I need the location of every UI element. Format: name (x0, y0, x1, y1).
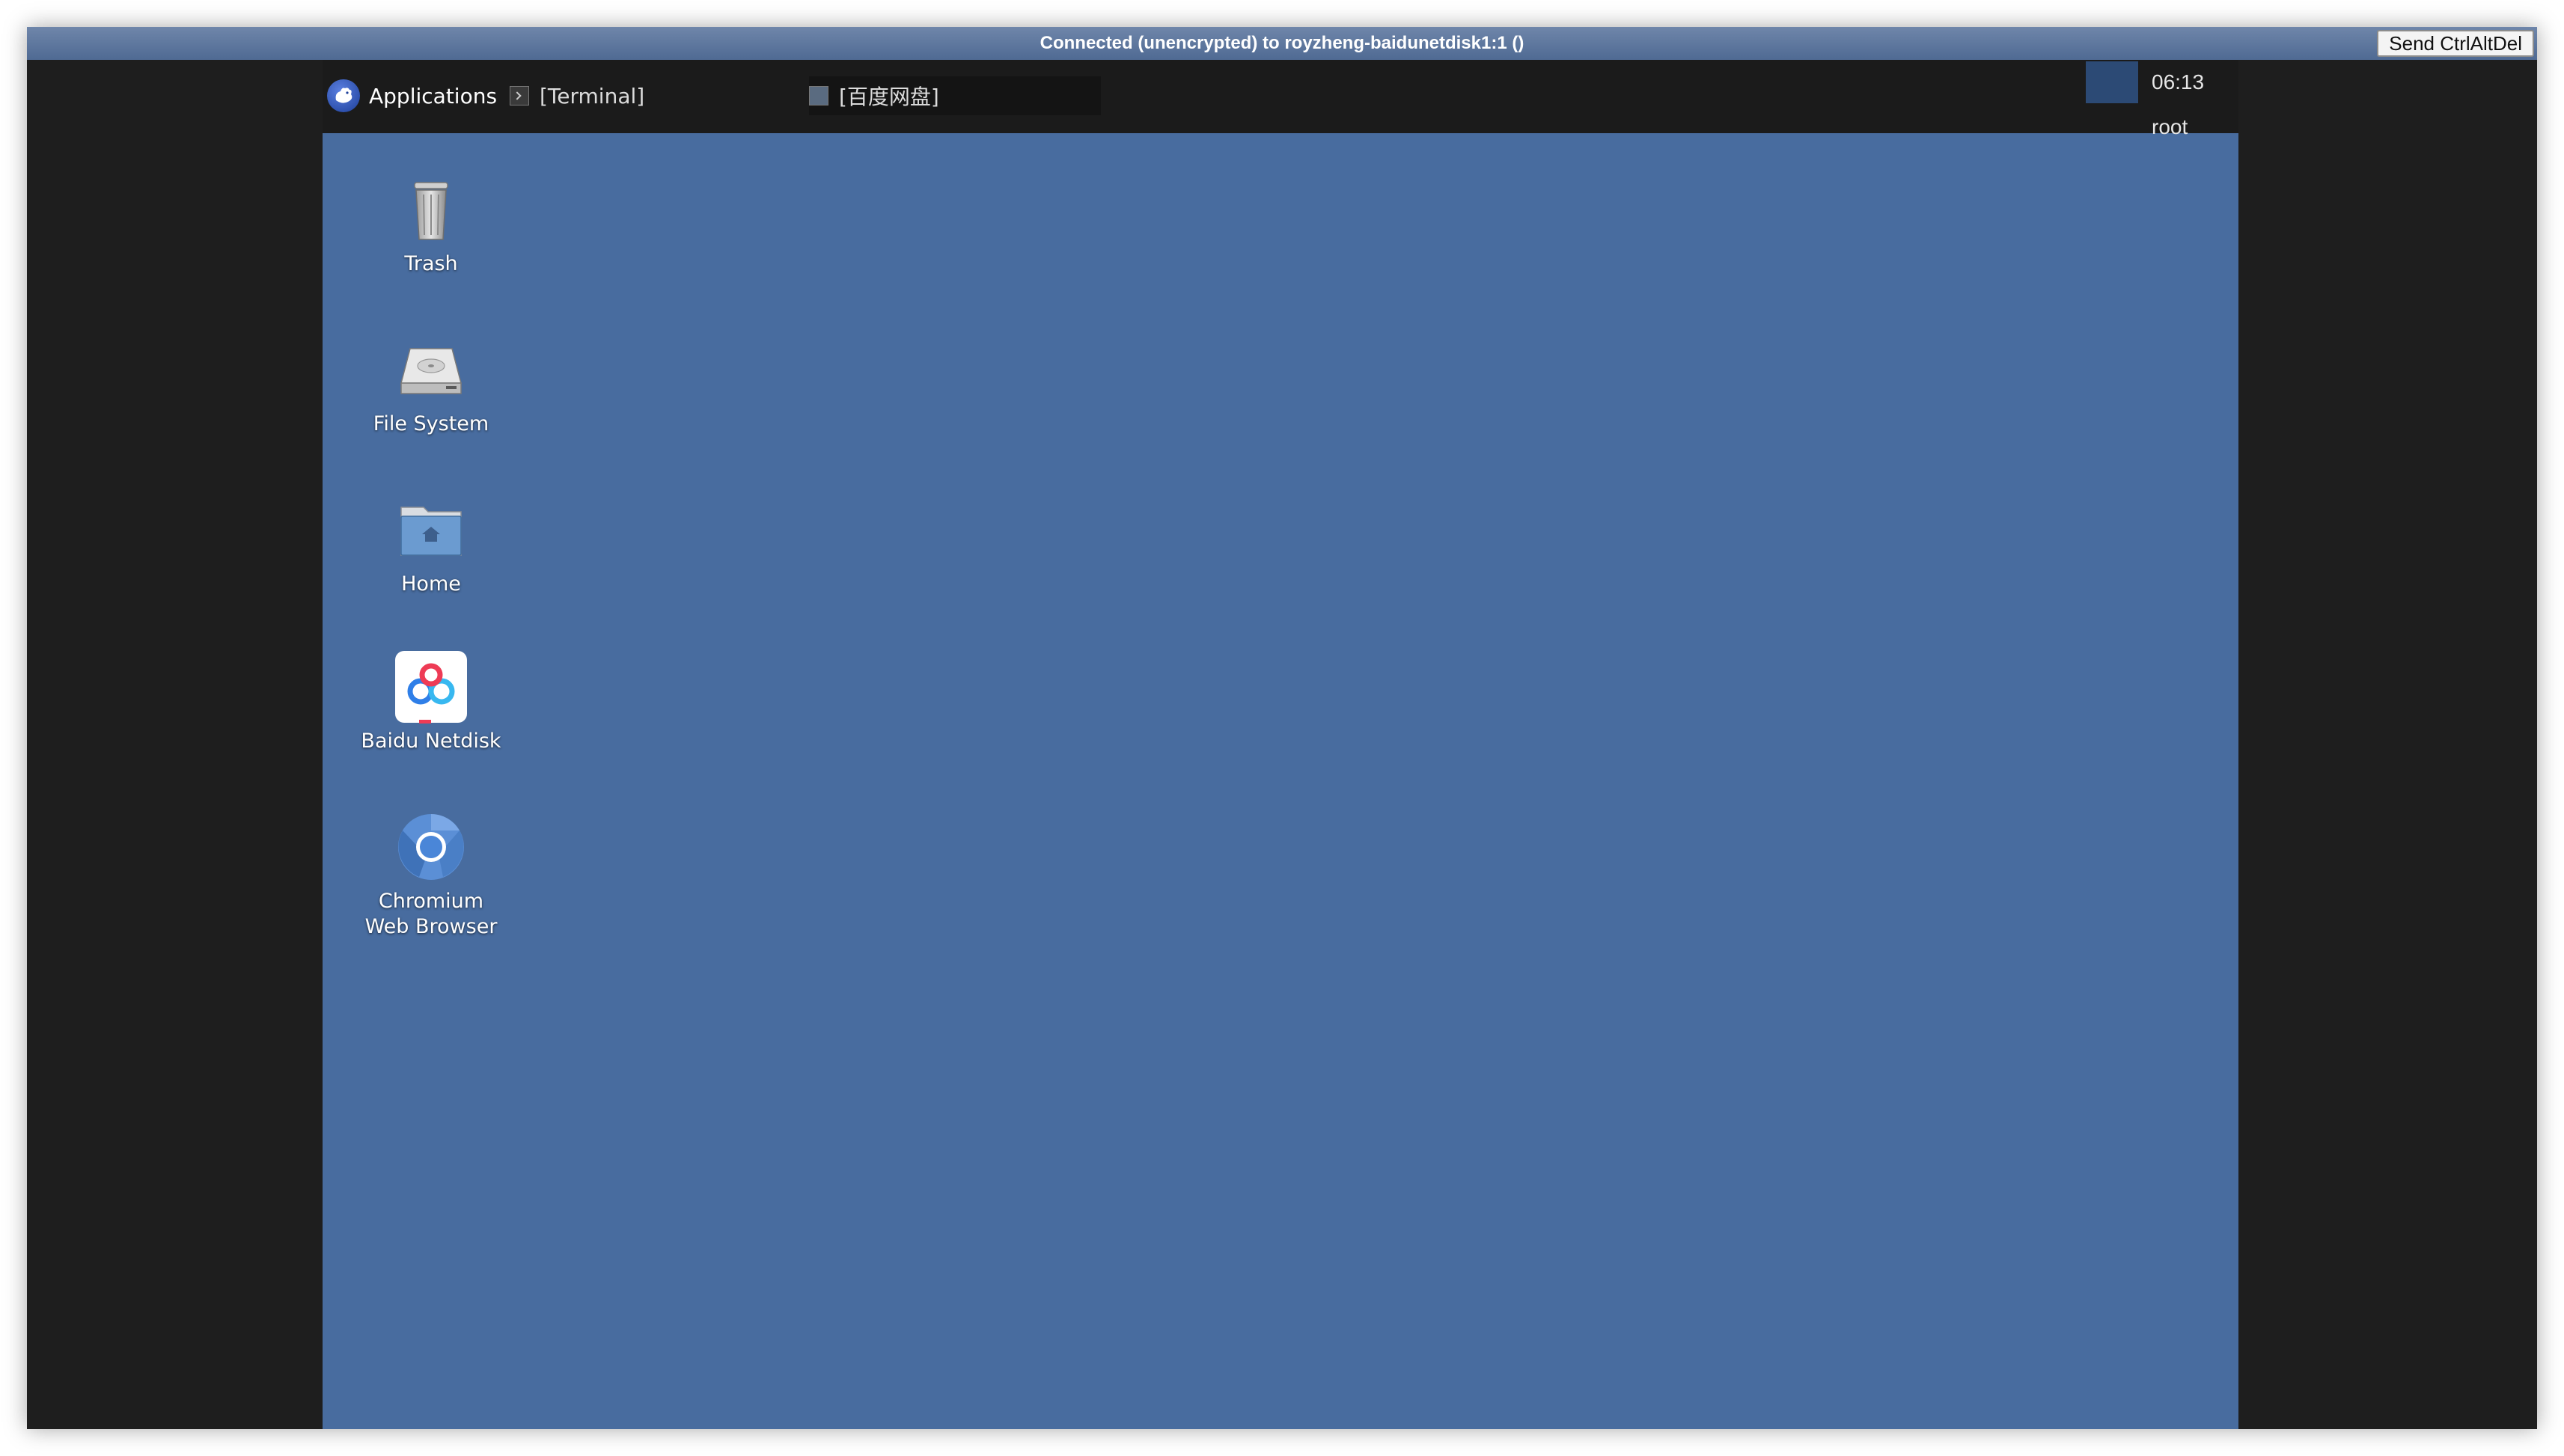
desktop-icon-label: File System (373, 412, 489, 435)
vnc-titlebar: Connected (unencrypted) to royzheng-baid… (27, 27, 2537, 60)
workspace-switcher[interactable] (2086, 61, 2138, 103)
baidu-netdisk-small-icon (809, 86, 828, 105)
connection-status-title: Connected (unencrypted) to royzheng-baid… (1040, 33, 1524, 53)
remote-desktop[interactable]: Applications [Terminal] [百度网盘] 06:13 roo… (323, 60, 2238, 1429)
chromium-icon (394, 810, 468, 884)
applications-menu-button[interactable]: Applications (327, 76, 497, 115)
desktop-icon-label: Home (401, 572, 461, 596)
desktop-icon-file-system[interactable]: File System (352, 332, 510, 437)
page: Connected (unencrypted) to royzheng-baid… (0, 0, 2564, 1456)
desktop-icon-home[interactable]: Home (352, 492, 510, 597)
taskbar-item-label: [Terminal] (540, 83, 645, 108)
xfce-mouse-icon (327, 79, 360, 112)
trash-icon (394, 172, 468, 247)
vnc-viewer-window: Connected (unencrypted) to royzheng-baid… (27, 27, 2537, 1429)
desktop-icon-label: Baidu Netdisk (361, 729, 501, 753)
desktop-icon-label-line: Web Browser (364, 915, 498, 938)
taskbar-item-label: [百度网盘] (839, 85, 939, 109)
desktop-icon-baidu-netdisk[interactable]: Baidu Netdisk (352, 649, 510, 754)
hard-drive-icon (394, 332, 468, 407)
desktop-icon-chromium[interactable]: Chromium Web Browser (352, 810, 510, 940)
send-ctrl-alt-del-button[interactable]: Send CtrlAltDel (2377, 30, 2534, 57)
taskbar-item-terminal[interactable]: [Terminal] (510, 76, 802, 115)
desktop-icon-label-line: Chromium (378, 890, 484, 913)
applications-label: Applications (369, 83, 498, 108)
desktop-icon-label: Chromium Web Browser (365, 889, 498, 940)
baidu-netdisk-icon (394, 649, 468, 724)
home-folder-icon (394, 492, 468, 567)
clock-and-user[interactable]: 06:13 root (2152, 60, 2238, 138)
terminal-icon (510, 86, 529, 105)
desktop-icon-label: Trash (404, 252, 458, 275)
top-panel: Applications [Terminal] [百度网盘] 06:13 roo… (323, 60, 2238, 138)
desktop-icon-trash[interactable]: Trash (352, 172, 510, 277)
taskbar-item-baidu-netdisk[interactable]: [百度网盘] (809, 76, 1101, 115)
